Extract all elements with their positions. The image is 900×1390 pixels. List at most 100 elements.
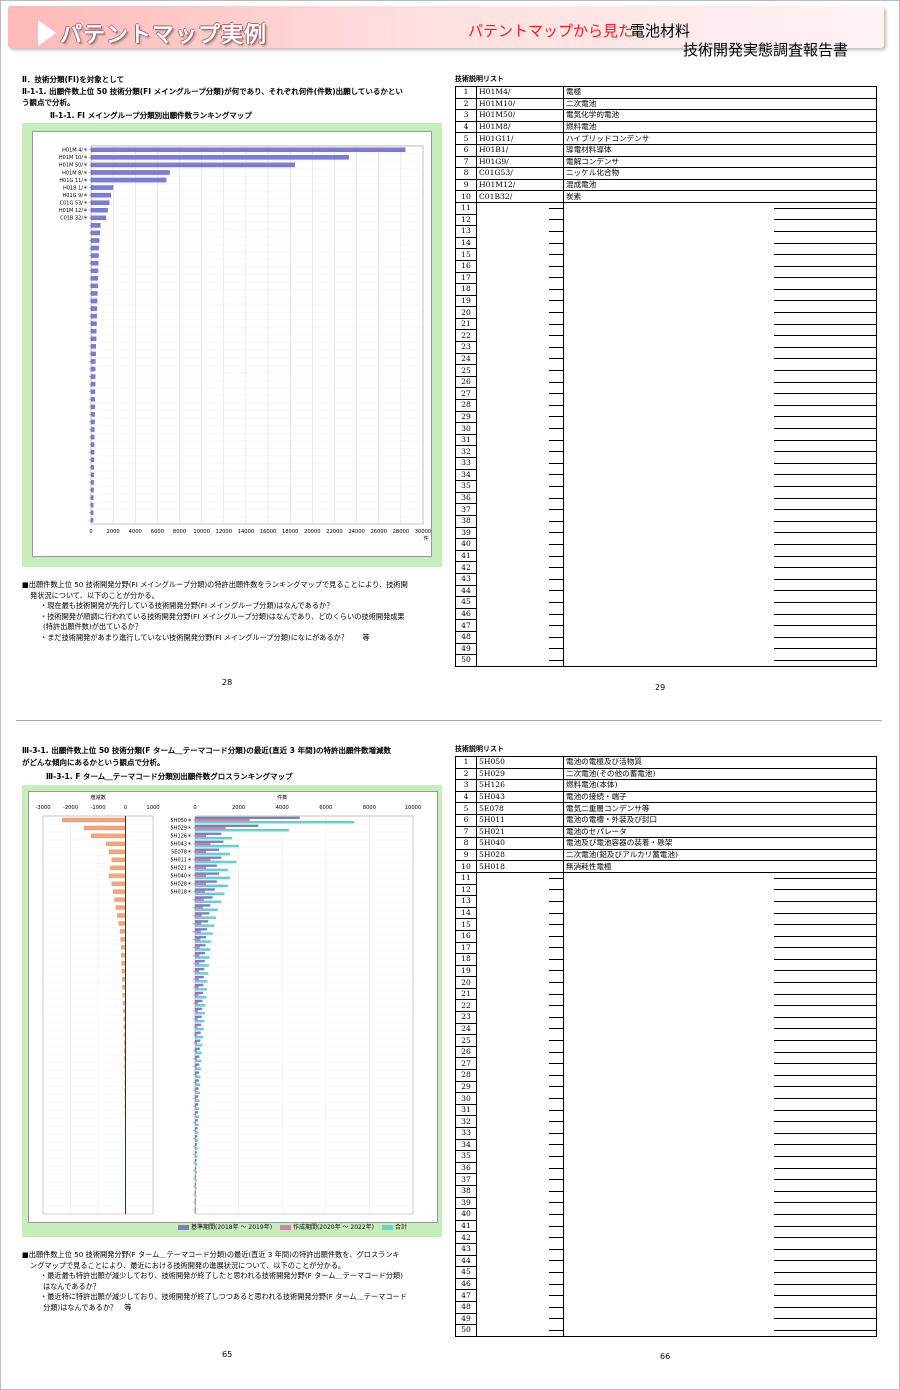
row-number: 50 [455, 1324, 477, 1337]
tech-code [476, 619, 564, 632]
tech-code [476, 422, 564, 435]
table-row: 36 [455, 1161, 877, 1175]
row-number: 28 [455, 399, 477, 412]
row-number: 32 [455, 1115, 477, 1128]
tech-code [476, 654, 564, 667]
tech-code [476, 202, 564, 215]
bar [90, 298, 98, 304]
bar [194, 892, 225, 895]
tech-code: H01G11/ [476, 132, 564, 145]
row-number: 43 [455, 1242, 477, 1256]
section1-heading1: Ⅱ．技術分類(FI)を対象として [22, 75, 124, 84]
bar [118, 921, 126, 926]
y-tick-label: C01B 32/＊ [60, 216, 88, 222]
table-row: 33 [455, 1127, 877, 1140]
bar [194, 936, 206, 939]
bar [194, 868, 228, 872]
table-row: 41 [455, 549, 877, 563]
note-line: ・現在最も技術開発が先行している技術開発分野(FI メイングループ分類)はなんで… [40, 601, 334, 611]
row-number: 31 [455, 433, 477, 447]
bar [194, 840, 224, 843]
bar [194, 904, 211, 907]
table-row: 9 H01M12/混成電池 [455, 178, 877, 192]
x-unit-label: 件 [423, 534, 428, 542]
row-number: 9 [455, 178, 477, 192]
bar [194, 970, 199, 973]
tech-code [476, 295, 564, 307]
tech-description [563, 1011, 877, 1024]
table-row: 14 [455, 236, 877, 250]
note-line: ・まだ技術開発があまり進行していない技術開発分野(FI メイングループ分類)にな… [40, 632, 370, 642]
bar [194, 1055, 200, 1058]
tech-description [563, 1162, 877, 1174]
tech-description: 燃料電池 [563, 120, 877, 134]
x-tick-label: 10000 [193, 529, 210, 535]
bar [194, 1103, 199, 1106]
tech-description [563, 469, 877, 481]
tech-code [476, 884, 564, 896]
tech-code [476, 1162, 564, 1174]
table-row: 16 [455, 929, 877, 943]
row-number: 7 [455, 825, 477, 839]
chart2-legend: 基準期間(2018年 ～ 2019年) 作成期間(2020年 ～ 2022年) … [172, 1224, 407, 1232]
bar [90, 510, 94, 515]
tech-description: 電池の電槽・外装及び封口 [563, 813, 877, 827]
tech-description [563, 225, 877, 238]
bar [194, 1073, 197, 1076]
bar [90, 389, 96, 394]
y-tick-label: H01M 50/＊ [59, 163, 88, 169]
bar [194, 882, 206, 885]
bar [194, 1079, 199, 1082]
bar [194, 1174, 197, 1178]
row-number: 37 [455, 1173, 477, 1186]
table-row: 48 [455, 630, 877, 644]
tech-description [563, 884, 877, 896]
tech-code [476, 225, 564, 238]
header-subtitle-main: 電池材料 [630, 22, 691, 40]
tech-code [476, 1255, 564, 1267]
row-number: 42 [455, 1231, 477, 1244]
bar [194, 1179, 197, 1182]
bar [194, 1171, 197, 1174]
row-number: 11 [455, 871, 477, 885]
bar [194, 1033, 198, 1037]
chart1-background: 0 2000 4000 6000 8000 10000 12000 14000 16000 180… [22, 123, 442, 567]
bar [120, 937, 126, 942]
bar [90, 162, 295, 168]
bar [194, 1139, 198, 1142]
bar [194, 930, 201, 933]
table-row: 25 [455, 364, 877, 377]
y-tick-label: H01G 11/＊ [59, 178, 88, 184]
bar [121, 969, 126, 974]
table-row: 43 [455, 572, 877, 586]
table-row: 7 H01G9/電解コンデンサ [455, 155, 877, 169]
table-row: 47 [455, 1289, 877, 1302]
chart1-frame: 0 2000 4000 6000 8000 10000 12000 14000 16000 180… [32, 131, 432, 557]
bar [194, 912, 210, 915]
bar [194, 872, 220, 875]
tech-description: 電池のセパレータ [563, 825, 877, 839]
note-line: 発状況について、以下のことが分かる。 [30, 590, 159, 600]
table-row: 43 [455, 1242, 877, 1256]
bar [194, 1200, 196, 1204]
tech-description [563, 654, 877, 667]
row-number: 20 [455, 976, 477, 989]
tech-description [563, 930, 877, 942]
x-tick-label: 2000 [107, 529, 120, 535]
row-number: 17 [455, 271, 477, 285]
table-row: 32 [455, 445, 877, 458]
table-row: 20 [455, 976, 877, 989]
table-row: 37 [455, 503, 877, 516]
bar [194, 940, 212, 943]
row-number: 25 [455, 364, 477, 377]
bar [194, 1081, 197, 1084]
x-tick-label: 1000 [146, 805, 159, 811]
tech-code [476, 585, 564, 597]
bar [121, 953, 126, 958]
row-number: 49 [455, 642, 477, 656]
bar [90, 245, 99, 251]
table-row: 24 [455, 1022, 877, 1036]
table-row: 27 [455, 387, 877, 401]
tech-code [476, 318, 564, 330]
bar [90, 495, 94, 500]
